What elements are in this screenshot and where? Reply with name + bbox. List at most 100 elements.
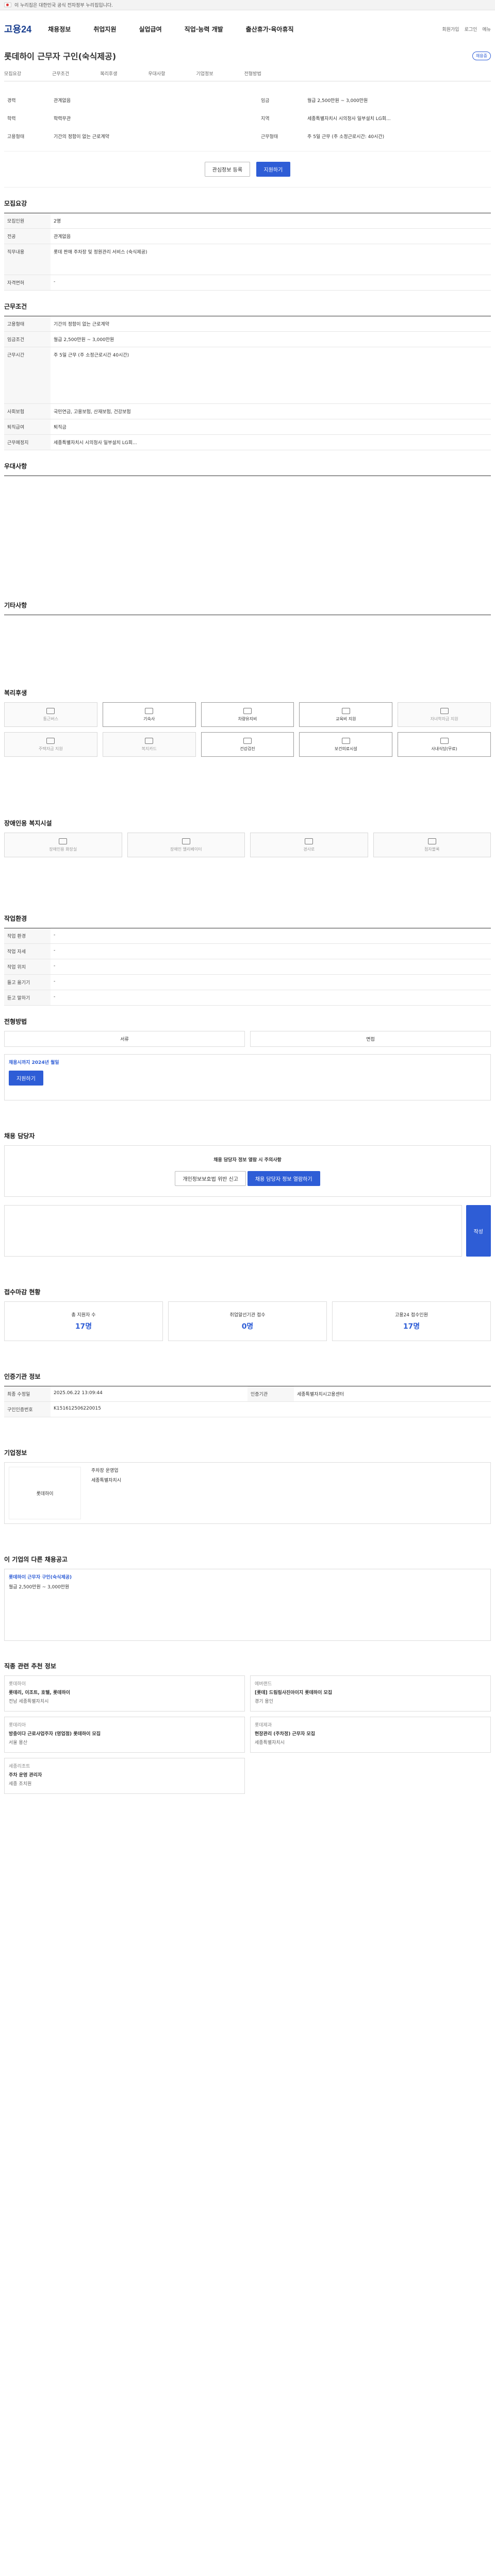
section-title: 인증기관 정보 — [4, 1373, 41, 1380]
job-actions: 관심정보 등록 지원하기 — [4, 151, 491, 188]
facility-icon — [427, 838, 436, 844]
deadline-box: 채용시까지 2024년 월일 지원하기 — [4, 1054, 491, 1100]
benefit-item: 교육비 지원 — [299, 702, 393, 727]
section-title: 접수마감 현황 — [4, 1289, 41, 1296]
apply-button[interactable]: 지원하기 — [9, 1071, 43, 1086]
benefit-item: 보건의료시설 — [299, 732, 393, 757]
site-logo[interactable]: 고용24 — [4, 22, 31, 36]
tab-benefit[interactable]: 복리후생 — [100, 70, 117, 77]
benefit-icon — [243, 707, 252, 714]
section-title: 복리후생 — [4, 689, 27, 697]
benefit-icon — [440, 707, 449, 714]
contact-box: 채용 담당자 정보 열람 시 주의사항 개인정보보호법 위반 신고 채용 담당자… — [0, 1145, 495, 1257]
benefit-icon — [145, 737, 154, 744]
tab-work[interactable]: 근무조건 — [52, 70, 69, 77]
job-tabs: 모집요강 근무조건 복리후생 우대사항 기업정보 전형방법 — [4, 70, 491, 81]
section-title: 채용 담당자 — [4, 1132, 35, 1140]
tab-recruit[interactable]: 모집요강 — [4, 70, 21, 77]
submit-button[interactable]: 작성 — [466, 1205, 491, 1257]
benefit-item: 건강검진 — [201, 732, 294, 757]
scrap-button[interactable]: 관심정보 등록 — [204, 162, 251, 177]
prefer-table — [0, 476, 495, 589]
recommend-card[interactable]: 에버랜드 [롯데] 드림링사진아이지 롯데하이 모집 경기 용인 — [250, 1675, 491, 1711]
stats-row: 총 지원자 수 17명 취업알선기관 접수 0명 고용24 접수인원 17명 — [0, 1301, 495, 1341]
recommend-card[interactable]: 세종리조트 주차 운영 관리자 세종 조치원 — [4, 1758, 245, 1794]
benefit-icon — [145, 707, 154, 714]
section-title: 작업환경 — [4, 915, 27, 922]
nav-item[interactable]: 채용정보 — [48, 25, 71, 33]
benefit-item: 통근버스 — [4, 702, 97, 727]
other-job-card[interactable]: 롯데하이 근무자 구인(숙식제공) 월급 2,500만원 ~ 3,000만원 — [0, 1569, 495, 1641]
section-title: 기업정보 — [4, 1449, 27, 1456]
job-header: 롯데하이 근무자 구인(숙식제공) 채용중 모집요강 근무조건 복리후생 우대사… — [0, 47, 495, 188]
flag-icon — [4, 3, 11, 7]
recommend-card[interactable]: 롯데제과 현장관리 (주차정) 근무자 모집 세종특별자치시 — [250, 1717, 491, 1753]
nav-item[interactable]: 직업·능력 개발 — [185, 25, 223, 33]
company-card: 롯데하이 주차장 운영업 세종특별자치시 — [0, 1462, 495, 1524]
benefit-grid: 통근버스 기숙사 차량유지비 교육비 지원 자녀학자금 지원주택자금 지원 복지카드 건강검… — [0, 702, 495, 757]
benefit-item: 사내식당(무료) — [398, 732, 491, 757]
benefit-icon — [46, 737, 55, 744]
signup-link[interactable]: 회원가입 — [442, 26, 459, 32]
facility-item: 점자블록 — [373, 833, 491, 857]
process-steps: 서류 면접 채용시까지 2024년 월일 지원하기 — [0, 1031, 495, 1100]
contact-warning: 채용 담당자 정보 열람 시 주의사항 — [213, 1158, 282, 1163]
section-title: 우대사항 — [4, 463, 27, 470]
section-title: 근무조건 — [4, 303, 27, 310]
company-logo: 롯데하이 — [9, 1467, 81, 1519]
benefit-icon — [341, 737, 350, 744]
recommend-grid: 롯데하이 롯데리, 이조트, 호텔, 롯데하이 전남 세종특별자치시 에버랜드 [롯데]… — [0, 1675, 495, 1794]
menu-button[interactable]: 메뉴 — [482, 26, 491, 32]
facility-icon — [305, 838, 314, 844]
benefit-item: 차량유지비 — [201, 702, 294, 727]
gov-banner: 이 누리집은 대한민국 공식 전자정부 누리집입니다. — [0, 0, 495, 10]
step-card: 면접 — [250, 1031, 491, 1047]
status-badge: 채용중 — [472, 51, 491, 60]
benefit-icon — [440, 737, 449, 744]
job-title: 롯데하이 근무자 구인(숙식제공) — [4, 52, 117, 61]
facility-icon — [59, 838, 68, 844]
job-summary: 경력 관계없음 임금 월급 2,500만원 ~ 3,000만원 학력 학력무관 지역 세… — [7, 98, 391, 140]
tab-company[interactable]: 기업정보 — [196, 70, 213, 77]
view-contact-button[interactable]: 채용 담당자 정보 열람하기 — [247, 1171, 320, 1186]
benefit-item: 복지카드 — [102, 732, 196, 757]
login-link[interactable]: 로그인 — [465, 26, 477, 32]
work-table: 고용형태 기간의 정함이 없는 근로계약 임금조건 월급 2,500만원 ~ 3,0… — [0, 316, 495, 450]
benefit-item: 자녀학자금 지원 — [398, 702, 491, 727]
tab-prefer[interactable]: 우대사항 — [148, 70, 165, 77]
benefit-item: 주택자금 지원 — [4, 732, 97, 757]
util-menu: 회원가입 로그인 메뉴 — [442, 26, 491, 32]
benefit-icon — [243, 737, 252, 744]
inquiry-textarea[interactable] — [4, 1205, 462, 1257]
nav-item[interactable]: 실업급여 — [139, 25, 162, 33]
gov-banner-text: 이 누리집은 대한민국 공식 전자정부 누리집입니다. — [14, 3, 113, 8]
cert-table: 최종 수정일 2025.06.22 13:09:44 인증기관 세종특별자치시고용센터… — [0, 1386, 495, 1417]
global-nav: 채용정보 취업지원 실업급여 직업·능력 개발 출산휴가·육아휴직 — [48, 25, 293, 33]
benefit-icon — [341, 707, 350, 714]
etc-table — [0, 615, 495, 677]
facility-item: 장애인 엘리베이터 — [127, 833, 245, 857]
recommend-card[interactable]: 롯데하이 롯데리, 이조트, 호텔, 롯데하이 전남 세종특별자치시 — [4, 1675, 245, 1711]
tab-process[interactable]: 전형방법 — [244, 70, 261, 77]
step-card: 서류 — [4, 1031, 245, 1047]
report-button[interactable]: 개인정보보호법 위반 신고 — [175, 1171, 246, 1186]
section-title: 기타사항 — [4, 602, 27, 609]
facility-item: 장애인용 화장실 — [4, 833, 122, 857]
recruit-table: 모집인원 2명 전공 관계없음 직무내용 롯데 판매 주차장 및 정원관리 서비스 (… — [0, 213, 495, 291]
nav-item[interactable]: 취업지원 — [93, 25, 116, 33]
section-title: 이 기업의 다른 채용공고 — [4, 1556, 68, 1563]
benefit-item: 기숙사 — [102, 702, 196, 727]
section-title: 전형방법 — [4, 1018, 27, 1025]
facility-grid: 장애인용 화장실 장애인 엘리베이터 경사로 점자블록 — [0, 833, 495, 857]
section-title: 모집요강 — [4, 200, 27, 207]
benefit-icon — [46, 707, 55, 714]
site-header: 고용24 채용정보 취업지원 실업급여 직업·능력 개발 출산휴가·육아휴직 회… — [0, 10, 495, 47]
facility-item: 경사로 — [250, 833, 368, 857]
nav-item[interactable]: 출산휴가·육아휴직 — [246, 25, 294, 33]
recommend-card[interactable]: 롯데리아 방충이다 근로사업주자 (영업점) 롯데하이 모집 서울 용산 — [4, 1717, 245, 1753]
section-title: 장애인용 복지시설 — [4, 820, 52, 827]
apply-button[interactable]: 지원하기 — [256, 162, 291, 177]
section-title: 직종 관련 추천 정보 — [4, 1663, 56, 1670]
env-table: 작업 환경 - 작업 자세 - 작업 위치 - 들고 옮기기 - 듣고 말하기 - — [0, 928, 495, 1006]
facility-icon — [182, 838, 190, 844]
